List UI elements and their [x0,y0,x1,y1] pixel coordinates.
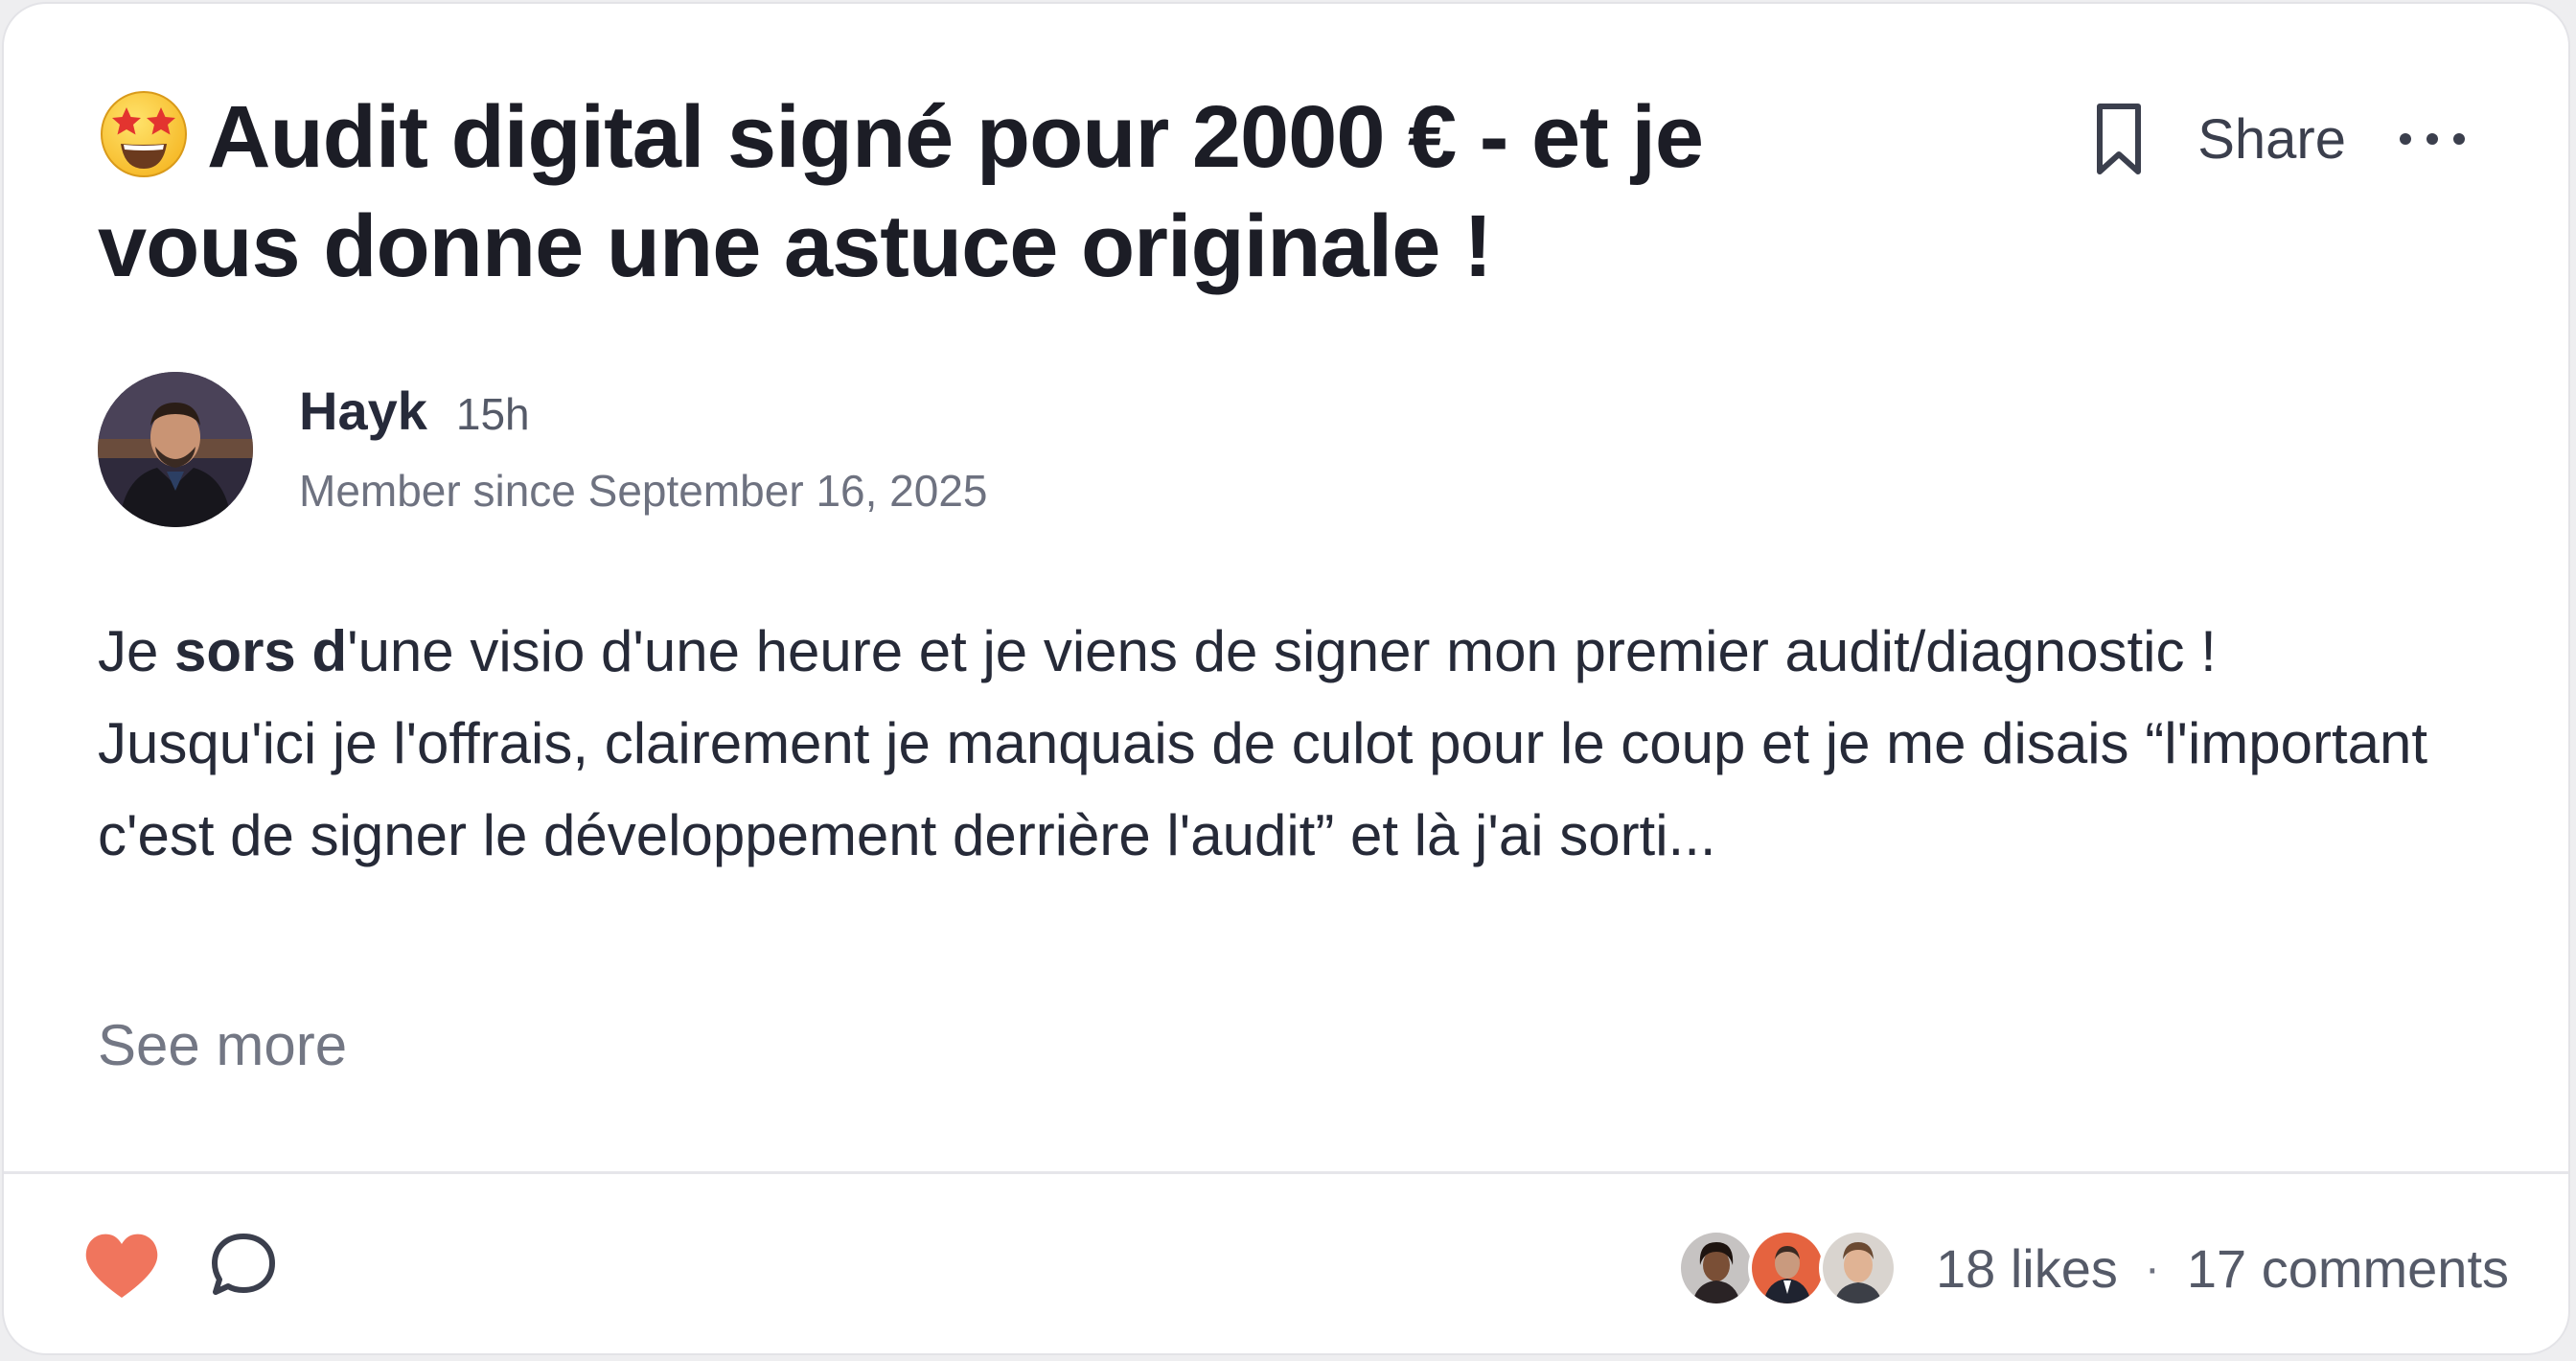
post-title-text: Audit digital signé pour 2000 € - et je … [98,88,1704,295]
likes-count[interactable]: 18 likes [1936,1237,2118,1300]
author-line: Hayk 15h [299,380,988,442]
star-struck-emoji-icon [98,88,190,180]
post-body-rest: 'une visio d'une heure et je viens de si… [98,619,2428,867]
stats-separator: · [2144,1242,2160,1294]
member-since: Member since September 16, 2025 [299,466,988,516]
post-timestamp: 15h [455,389,530,439]
footer-divider [4,1171,2568,1174]
post-body: Je sors d'une visio d'une heure et je vi… [98,606,2436,882]
post-body-bold: sors d [174,619,348,683]
share-button[interactable]: Share [2197,107,2346,172]
comments-count[interactable]: 17 comments [2187,1237,2509,1300]
comment-bubble-icon[interactable] [209,1231,278,1300]
author-block: Hayk 15h Member since September 16, 2025 [98,372,988,527]
post-actions: Share [2090,96,2469,182]
author-avatar[interactable] [98,372,253,527]
liker-avatar [1677,1229,1756,1307]
post-stats: 18 likes · 17 comments [1677,1225,2509,1311]
author-name[interactable]: Hayk [299,380,427,442]
post-body-start: Je [98,619,175,683]
heart-icon[interactable] [84,1233,159,1300]
author-meta: Hayk 15h Member since September 16, 2025 [299,380,988,517]
post-card: Audit digital signé pour 2000 € - et je … [2,2,2570,1355]
more-horizontal-icon[interactable] [2396,129,2469,149]
post-title[interactable]: Audit digital signé pour 2000 € - et je … [98,82,1919,301]
liker-avatar [1748,1229,1827,1307]
see-more-link[interactable]: See more [98,1012,347,1078]
liker-avatar [1819,1229,1898,1307]
likers-avatars[interactable] [1677,1229,1898,1307]
bookmark-icon[interactable] [2090,101,2148,177]
